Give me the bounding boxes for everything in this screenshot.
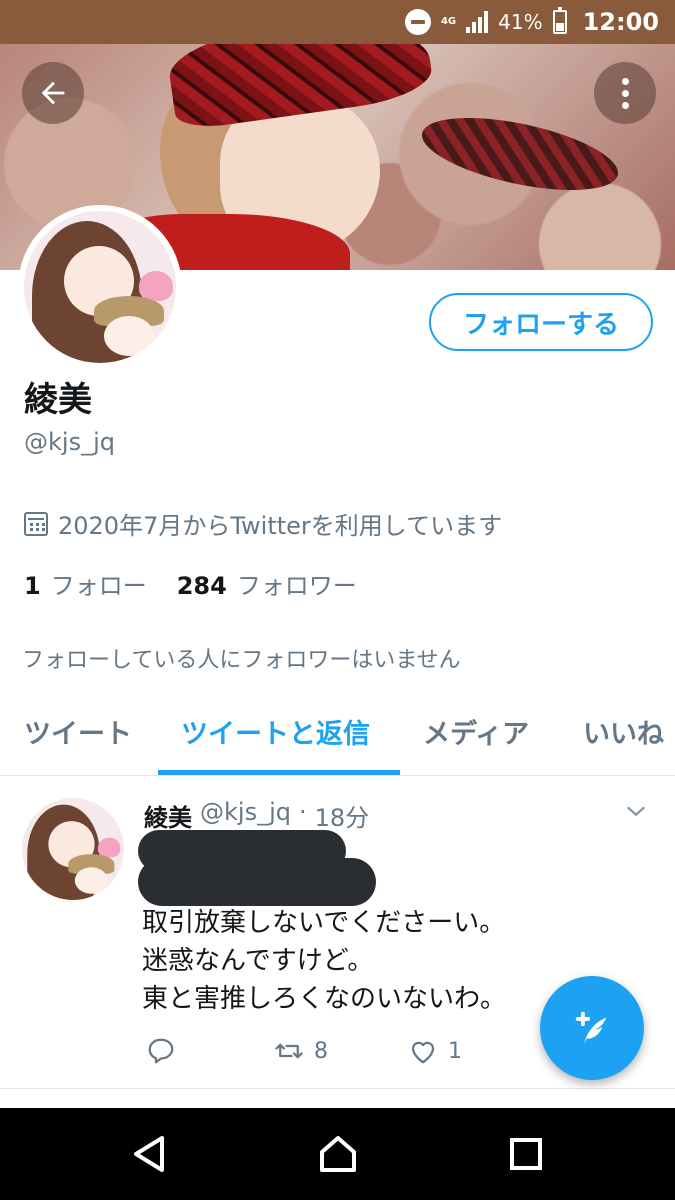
following-count: 1 [24,572,41,600]
tweet-header: 綾美 @kjs_jq · 18分 [144,798,369,833]
tab-tweets-and-replies[interactable]: ツイートと返信 [181,712,370,751]
profile-handle: @kjs_jq [24,428,115,456]
tweet-text: 取引放棄しないでくださーい。 迷惑なんですけど。 東と害推しろくなのいないわ。 [142,904,506,1018]
heart-icon [411,1041,435,1064]
status-bar: 4G 41% 12:00 [0,0,675,44]
tweet-actions: 8 1 [146,1036,566,1072]
tab-tweets[interactable]: ツイート [24,712,132,751]
joined-date: 2020年7月からTwitterを利用しています [24,506,502,541]
system-nav-bar [0,1108,675,1200]
compose-tweet-icon [575,1011,607,1044]
follow-button[interactable]: フォローする [429,293,653,351]
followers-label: フォロワー [236,572,357,600]
tab-likes[interactable]: いいね [583,712,664,751]
more-vertical-icon [621,77,629,109]
signal-icon [466,11,489,33]
arrow-left-icon [41,81,65,105]
tweet-author-name[interactable]: 綾美 [144,798,192,833]
following-label: フォロー [50,572,147,600]
retweet-button[interactable]: 8 [274,1036,328,1066]
tab-media[interactable]: メディア [423,712,529,751]
followers-count: 284 [176,572,227,600]
compose-tweet-button[interactable] [540,976,644,1080]
nav-recents-icon[interactable] [504,1132,548,1176]
clock: 12:00 [582,8,659,36]
tweet-line: 東と害推しろくなのいないわ。 [142,984,507,1014]
calendar-icon [24,511,48,536]
nav-home-icon[interactable] [316,1132,360,1176]
chevron-down-icon[interactable] [625,800,647,822]
battery-icon [552,7,567,34]
tweet-separator: · [298,798,307,826]
like-count: 1 [448,1038,462,1064]
redacted-block [138,858,376,906]
follow-stats: 1 フォロー 284 フォロワー [24,566,357,601]
active-tab-indicator [158,770,400,775]
retweet-icon [275,1043,303,1059]
profile-name: 綾美 [24,380,92,420]
tweet-avatar[interactable] [22,798,124,900]
nav-back-icon[interactable] [128,1132,172,1176]
joined-text: 2020年7月からTwitterを利用しています [58,512,503,540]
network-type: 4G [440,16,457,27]
tweet-line: 取引放棄しないでくださーい。 [142,908,506,938]
more-options-button[interactable] [594,62,656,124]
tweet-author-handle[interactable]: @kjs_jq [200,798,291,833]
profile-avatar[interactable] [18,205,182,369]
reply-icon [148,1038,174,1064]
reply-button[interactable] [146,1036,176,1066]
tweet-divider [0,1088,675,1089]
followers-link[interactable]: 284 フォロワー [177,566,357,601]
back-button[interactable] [22,62,84,124]
do-not-disturb-icon [404,9,431,35]
battery-percent: 41% [498,10,543,34]
following-link[interactable]: 1 フォロー [24,566,147,601]
retweet-count: 8 [314,1038,328,1064]
profile-tabs: ツイート ツイートと返信 メディア いいね [0,690,675,776]
tweet-line: 迷惑なんですけど。 [142,946,374,976]
mutual-followers-note: フォローしている人にフォロワーはいません [22,648,461,673]
tweet-time[interactable]: 18分 [315,798,370,833]
like-button[interactable]: 1 [408,1036,462,1066]
